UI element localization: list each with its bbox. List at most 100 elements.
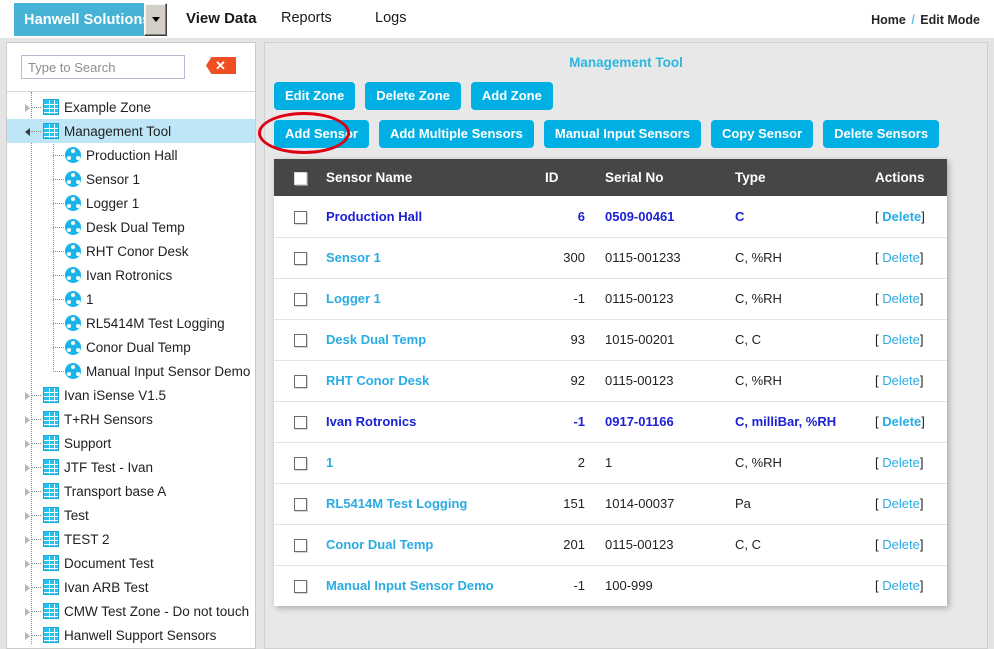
delete-link[interactable]: Delete [882,537,920,552]
chevron-down-icon[interactable] [25,128,30,136]
delete-link[interactable]: Delete [882,414,921,429]
chevron-right-icon[interactable] [25,488,30,496]
tree-item-sensor-1[interactable]: Sensor 1 [7,167,255,191]
delete-link[interactable]: Delete [882,373,920,388]
tree-item-test-2[interactable]: TEST 2 [7,527,255,551]
tree-item-cmw-test-zone-do-not-touch[interactable]: CMW Test Zone - Do not touch [7,599,255,623]
chevron-right-icon[interactable] [25,512,30,520]
delete-link[interactable]: Delete [882,578,920,593]
row-checkbox[interactable] [294,580,307,594]
search-input[interactable] [21,55,185,79]
brand-dropdown[interactable]: Hanwell Solutions [14,3,167,36]
chevron-down-icon[interactable] [144,3,167,36]
sensor-icon [65,363,81,379]
sensor-name-link[interactable]: Desk Dual Temp [326,332,426,347]
chevron-right-icon[interactable] [25,632,30,640]
delete-zone-button[interactable]: Delete Zone [365,82,461,110]
chevron-right-icon[interactable] [25,416,30,424]
row-checkbox[interactable] [294,416,307,430]
breadcrumb: Home / Edit Mode [871,13,980,27]
tree-item-test[interactable]: Test [7,503,255,527]
sensor-name-link[interactable]: Ivan Rotronics [326,414,416,429]
delete-link[interactable]: Delete [882,332,920,347]
tree-item-conor-dual-temp[interactable]: Conor Dual Temp [7,335,255,359]
tree-item-document-test[interactable]: Document Test [7,551,255,575]
tree-item-ivan-isense-v1-5[interactable]: Ivan iSense V1.5 [7,383,255,407]
close-icon[interactable]: ✕ [206,57,236,74]
delete-link[interactable]: Delete [882,291,920,306]
tree-item-jtf-test-ivan[interactable]: JTF Test - Ivan [7,455,255,479]
tree-item-management-tool[interactable]: Management Tool [7,119,255,143]
sensor-name-link[interactable]: Conor Dual Temp [326,537,433,552]
breadcrumb-home[interactable]: Home [871,13,906,27]
sensor-name-link[interactable]: Production Hall [326,209,422,224]
edit-zone-button[interactable]: Edit Zone [274,82,356,110]
row-checkbox[interactable] [294,210,307,224]
chevron-right-icon[interactable] [25,560,30,568]
chevron-right-icon[interactable] [25,392,30,400]
add-multiple-sensors-button[interactable]: Add Multiple Sensors [378,120,534,148]
delete-link[interactable]: Delete [882,250,920,265]
sensor-name-link[interactable]: Logger 1 [326,291,381,306]
nav-link-view-data[interactable]: View Data [186,10,257,27]
tree-item-t-rh-sensors[interactable]: T+RH Sensors [7,407,255,431]
delete-sensors-button[interactable]: Delete Sensors [823,120,940,148]
row-checkbox[interactable] [294,375,307,389]
nav-link-reports[interactable]: Reports [281,10,332,26]
chevron-right-icon[interactable] [25,104,30,112]
tree-item-ivan-arb-test[interactable]: Ivan ARB Test [7,575,255,599]
column-header-type[interactable]: Type [725,159,865,196]
sensor-name-link[interactable]: RHT Conor Desk [326,373,429,388]
tree-item-label: Support [64,435,112,451]
manual-input-sensors-button[interactable]: Manual Input Sensors [543,120,701,148]
select-all-checkbox[interactable] [294,171,307,185]
sensor-name-cell: Conor Dual Temp [326,524,541,566]
tree-item-rht-conor-desk[interactable]: RHT Conor Desk [7,239,255,263]
tree-item-support[interactable]: Support [7,431,255,455]
tree-item-hanwell-support-sensors[interactable]: Hanwell Support Sensors [7,623,255,647]
sensor-name-link[interactable]: RL5414M Test Logging [326,496,467,511]
row-checkbox[interactable] [294,498,307,512]
serial-no-cell: 100-999 [605,578,653,594]
chevron-right-icon[interactable] [25,464,30,472]
chevron-right-icon[interactable] [25,608,30,616]
tree-item-transport-base-a[interactable]: Transport base A [7,479,255,503]
add-zone-button[interactable]: Add Zone [470,82,553,110]
tree-item-manual-input-sensor-demo[interactable]: Manual Input Sensor Demo [7,359,255,383]
nav-link-logs[interactable]: Logs [375,10,406,26]
tree-item-logger-1[interactable]: Logger 1 [7,191,255,215]
copy-sensor-button[interactable]: Copy Sensor [710,120,814,148]
delete-link[interactable]: Delete [882,496,920,511]
row-select-cell [274,442,326,484]
bracket-close: ] [921,414,925,429]
row-checkbox[interactable] [294,252,307,266]
row-checkbox[interactable] [294,293,307,307]
sensor-type-cell: C, %RH [725,278,865,320]
column-header-id[interactable]: ID [541,159,593,196]
row-checkbox[interactable] [294,334,307,348]
sensor-table: Sensor Name ID Serial No Type Actions Pr… [274,159,947,606]
delete-link[interactable]: Delete [882,455,920,470]
tree-item-1[interactable]: 1 [7,287,255,311]
column-header-serial-no[interactable]: Serial No [593,159,725,196]
chevron-right-icon[interactable] [25,440,30,448]
sensor-name-cell: Desk Dual Temp [326,319,541,361]
tree-item-ivan-rotronics[interactable]: Ivan Rotronics [7,263,255,287]
sensor-name-link[interactable]: 1 [326,455,333,470]
row-checkbox[interactable] [294,457,307,471]
zone-icon [43,123,59,139]
actions-cell: [ Delete] [865,360,947,402]
tree-item-rl5414m-test-logging[interactable]: RL5414M Test Logging [7,311,255,335]
sensor-name-link[interactable]: Sensor 1 [326,250,381,265]
column-header-sensor-name[interactable]: Sensor Name [326,159,541,196]
chevron-right-icon[interactable] [25,536,30,544]
delete-link[interactable]: Delete [882,209,921,224]
tree-item-desk-dual-temp[interactable]: Desk Dual Temp [7,215,255,239]
tree-item-production-hall[interactable]: Production Hall [7,143,255,167]
row-checkbox[interactable] [294,539,307,553]
page-title: Management Tool [569,55,683,70]
add-sensor-button[interactable]: Add Sensor [274,120,369,148]
sensor-name-link[interactable]: Manual Input Sensor Demo [326,578,494,593]
tree-item-example-zone[interactable]: Example Zone [7,95,255,119]
chevron-right-icon[interactable] [25,584,30,592]
